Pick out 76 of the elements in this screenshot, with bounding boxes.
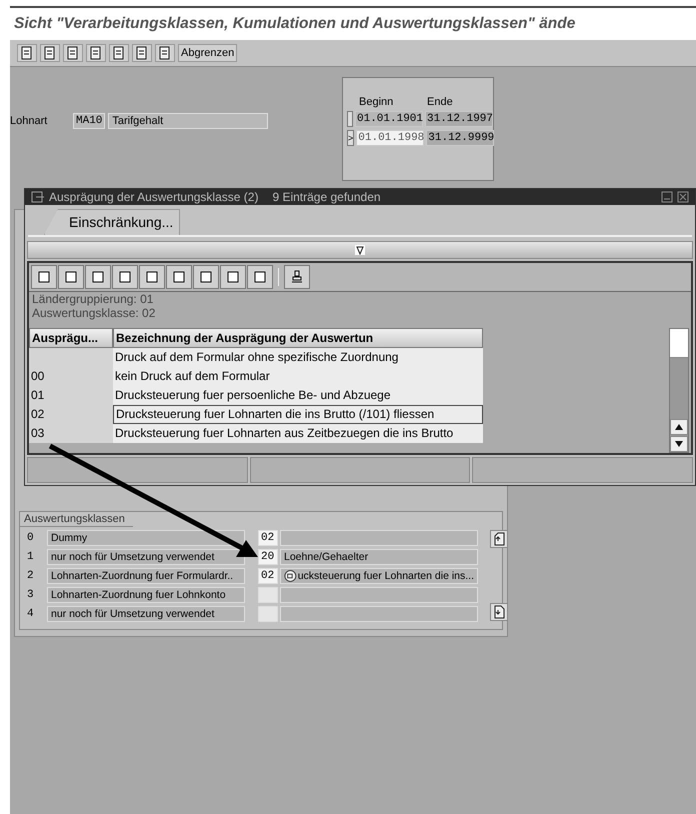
row-number: 4	[26, 608, 35, 620]
table-cell[interactable]: 03	[29, 424, 113, 443]
lohnart-code-field[interactable]: MA10	[73, 113, 106, 129]
column-header[interactable]: Bezeichnung der Ausprägung der Auswertun	[113, 328, 483, 348]
table-cell[interactable]: kein Druck auf dem Formular	[113, 367, 483, 386]
toolbar-icon[interactable]	[85, 265, 111, 289]
dialog-title: Ausprägung der Auswertungsklasse (2)	[49, 190, 258, 204]
row-number: 1	[26, 550, 35, 562]
window-title: Sicht "Verarbeitungsklassen, Kumulationen und Auswertungsklassen" ände	[14, 15, 576, 33]
window-icon	[31, 191, 45, 203]
lohnart-label: Lohnart	[10, 115, 48, 127]
value-help-icon[interactable]	[284, 568, 297, 582]
value-field[interactable]	[258, 606, 278, 622]
class-label: Dummy	[47, 530, 245, 546]
table-cell[interactable]: 00	[29, 367, 113, 386]
row-number: 2	[26, 570, 35, 582]
toolbar-icon[interactable]	[109, 44, 129, 62]
column-header: Ende	[427, 96, 454, 108]
scroll-up-icon[interactable]	[670, 419, 688, 435]
group-title: Auswertungsklassen	[19, 511, 133, 527]
minimize-icon[interactable]	[661, 191, 673, 203]
value-field[interactable]: 02	[258, 568, 278, 584]
table-cell[interactable]: Druck auf dem Formular ohne spezifische Zuordnung	[113, 348, 483, 367]
info-line: Auswertungsklasse: 02	[31, 306, 156, 320]
stamp-icon[interactable]	[284, 265, 310, 289]
table-cell[interactable]	[29, 348, 113, 367]
page-down-icon[interactable]	[490, 603, 508, 621]
table-cell[interactable]: 02	[29, 405, 113, 424]
toolbar-icon[interactable]	[247, 265, 273, 289]
scrollbar[interactable]	[669, 328, 689, 453]
toolbar-icon[interactable]	[155, 44, 175, 62]
value-field[interactable]	[258, 586, 278, 602]
toolbar-icon[interactable]	[193, 265, 219, 289]
scroll-thumb[interactable]	[670, 329, 688, 358]
class-label: Lohnarten-Zuordnung fuer Lohnkonto	[47, 586, 245, 602]
begin-date-field[interactable]: 01.01.1901	[355, 111, 423, 127]
column-header[interactable]: Ausprägu...	[29, 328, 113, 348]
end-date-field[interactable]: 31.12.9999	[426, 130, 494, 146]
value-text: Loehne/Gehaelter	[284, 550, 368, 564]
toolbar-icon[interactable]	[40, 44, 60, 62]
toolbar-icon[interactable]	[17, 44, 37, 62]
restriction-tab[interactable]: Einschränkung...	[44, 209, 180, 235]
toolbar-icon[interactable]	[86, 44, 106, 62]
toolbar-icon[interactable]	[132, 44, 152, 62]
value-text: ucksteuerung fuer Lohnarten die ins...	[298, 568, 474, 582]
close-icon[interactable]	[677, 191, 689, 203]
table-cell[interactable]: 01	[29, 386, 113, 405]
toolbar-icon[interactable]	[220, 265, 246, 289]
row-select-button[interactable]: >	[347, 130, 354, 146]
toolbar-icon[interactable]	[63, 44, 83, 62]
value-field[interactable]: 02	[258, 530, 278, 546]
end-date-field[interactable]: 31.12.1997	[425, 111, 493, 127]
table-cell[interactable]: Drucksteuerung fuer Lohnarten aus Zeitbezuegen die ins Brutto	[113, 424, 483, 443]
toolbar-icon[interactable]	[58, 265, 84, 289]
info-line: Ländergruppierung: 01	[31, 292, 154, 306]
row-number: 3	[26, 588, 35, 600]
toolbar-icon[interactable]	[31, 265, 57, 289]
toolbar-icon[interactable]	[166, 265, 192, 289]
toolbar-icon[interactable]	[112, 265, 138, 289]
class-label: Lohnarten-Zuordnung fuer Formulardr..	[47, 568, 245, 584]
begin-date-field[interactable]: 01.01.1998	[356, 130, 424, 146]
page-up-icon[interactable]	[490, 530, 508, 548]
class-label: nur noch für Umsetzung verwendet	[47, 548, 245, 564]
value-field[interactable]: 20	[258, 548, 278, 564]
scroll-down-icon[interactable]	[670, 436, 688, 452]
result-count: 9 Einträge gefunden	[272, 190, 381, 204]
class-label: nur noch für Umsetzung verwendet	[47, 606, 245, 622]
column-header: Beginn	[359, 96, 394, 108]
collapse-icon[interactable]	[355, 245, 365, 255]
toolbar-icon[interactable]	[139, 265, 165, 289]
table-cell[interactable]: Drucksteuerung fuer persoenliche Be- und Abzuege	[113, 386, 483, 405]
lohnart-text-field[interactable]: Tarifgehalt	[108, 113, 268, 129]
row-select-button[interactable]	[347, 111, 353, 127]
row-number: 0	[26, 532, 35, 544]
table-cell[interactable]: Drucksteuerung fuer Lohnarten die ins Brutto (/101) fliessen	[113, 405, 483, 424]
abgrenzen-button[interactable]: Abgrenzen	[178, 44, 238, 62]
